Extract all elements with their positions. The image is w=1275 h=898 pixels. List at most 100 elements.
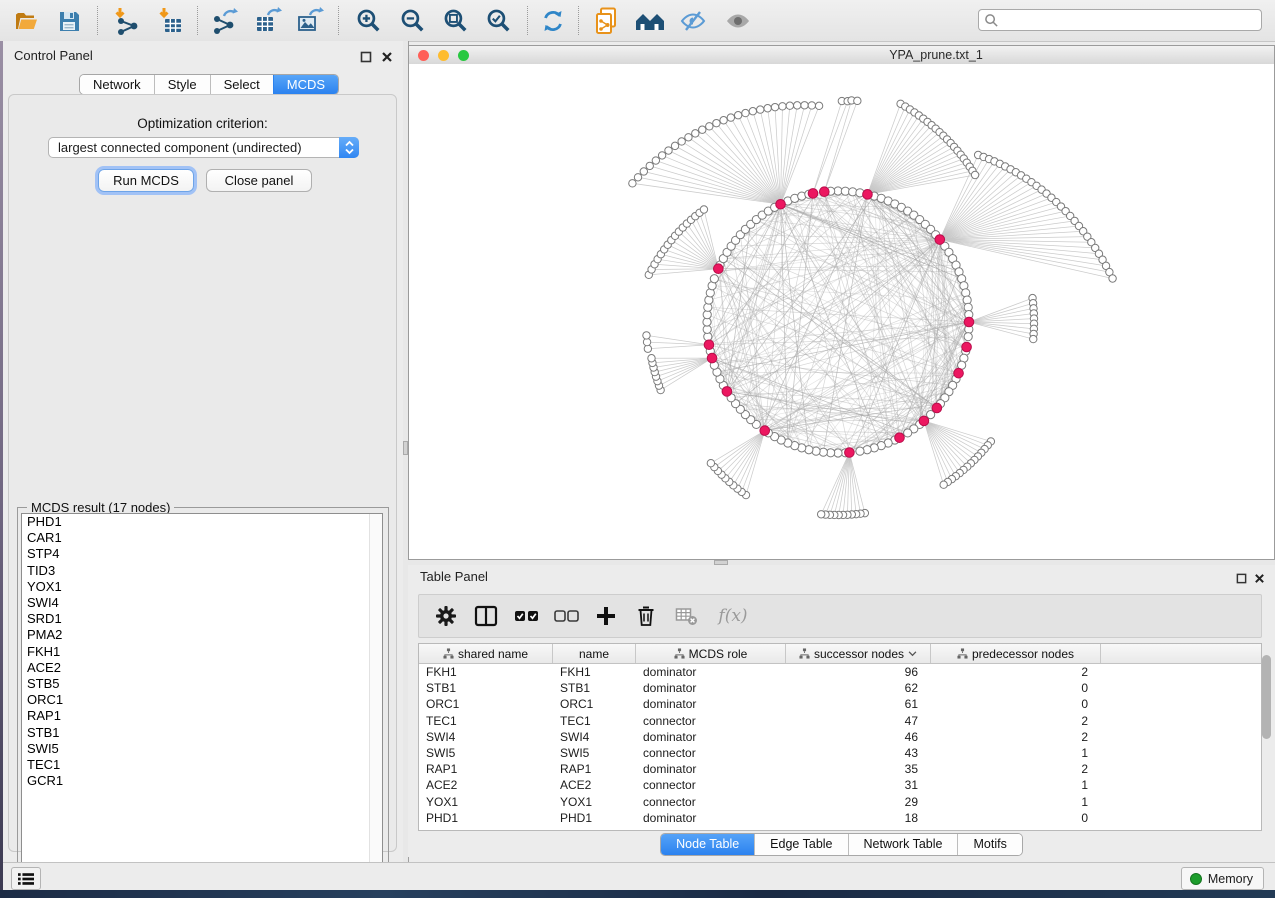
select-all-icon[interactable] <box>513 603 539 629</box>
zoom-selected-icon[interactable] <box>482 5 514 36</box>
network-dominator-node[interactable] <box>760 426 770 436</box>
import-network-icon[interactable] <box>110 5 142 36</box>
tab-network-table[interactable]: Network Table <box>848 834 958 855</box>
table-scrollbar[interactable] <box>1262 653 1272 819</box>
export-table-icon[interactable] <box>252 5 284 36</box>
settings-gear-icon[interactable] <box>433 603 459 629</box>
network-dominator-node[interactable] <box>845 448 855 458</box>
export-image-icon[interactable] <box>294 5 326 36</box>
network-dominator-node[interactable] <box>820 187 830 197</box>
network-leaf-node[interactable] <box>742 109 749 116</box>
export-network-icon[interactable] <box>209 5 241 36</box>
tab-motifs[interactable]: Motifs <box>957 834 1021 855</box>
network-leaf-node[interactable] <box>720 117 727 124</box>
float-panel-icon[interactable] <box>360 50 372 62</box>
task-history-button[interactable] <box>11 867 41 890</box>
network-dominator-node[interactable] <box>704 340 714 350</box>
delete-column-icon[interactable] <box>633 603 659 629</box>
mcds-node-item[interactable]: PHD1 <box>22 514 382 530</box>
table-row[interactable]: FKH1FKH1dominator962 <box>419 664 1261 680</box>
table-row[interactable]: YOX1YOX1connector291 <box>419 794 1261 810</box>
network-leaf-node[interactable] <box>643 332 650 339</box>
column-header-predecessor-nodes[interactable]: predecessor nodes <box>931 644 1101 663</box>
delete-table-icon[interactable] <box>673 603 699 629</box>
network-leaf-node[interactable] <box>634 174 641 181</box>
network-from-file-icon[interactable] <box>591 5 623 36</box>
deselect-all-icon[interactable] <box>553 603 579 629</box>
network-leaf-node[interactable] <box>808 102 815 109</box>
network-node[interactable] <box>856 447 864 455</box>
network-leaf-node[interactable] <box>971 171 978 178</box>
mcds-node-item[interactable]: SRD1 <box>22 611 382 627</box>
network-graph-canvas[interactable] <box>409 64 1274 559</box>
mcds-node-item[interactable]: TID3 <box>22 563 382 579</box>
network-dominator-node[interactable] <box>714 264 724 274</box>
mcds-result-list[interactable]: PHD1CAR1STP4TID3YOX1SWI4SRD1PMA2FKH1ACE2… <box>21 513 383 874</box>
tab-network[interactable]: Network <box>80 75 154 94</box>
refresh-layout-icon[interactable] <box>537 5 569 36</box>
mcds-node-item[interactable]: SWI4 <box>22 595 382 611</box>
network-leaf-node[interactable] <box>727 114 734 121</box>
network-leaf-node[interactable] <box>771 103 778 110</box>
network-dominator-node[interactable] <box>863 190 873 200</box>
network-node[interactable] <box>904 429 912 437</box>
table-row[interactable]: RAP1RAP1dominator352 <box>419 761 1261 777</box>
network-leaf-node[interactable] <box>707 459 714 466</box>
network-leaf-node[interactable] <box>940 481 947 488</box>
network-leaf-node[interactable] <box>652 157 659 164</box>
network-leaf-node[interactable] <box>786 102 793 109</box>
tab-style[interactable]: Style <box>154 75 210 94</box>
toggle-column-pane-icon[interactable] <box>473 603 499 629</box>
network-dominator-node[interactable] <box>722 387 732 397</box>
window-close-light[interactable] <box>418 50 429 61</box>
network-leaf-node[interactable] <box>815 102 822 109</box>
window-minimize-light[interactable] <box>438 50 449 61</box>
column-header-MCDS-role[interactable]: MCDS role <box>636 644 786 663</box>
function-builder-icon[interactable]: f(x) <box>713 603 753 629</box>
network-leaf-node[interactable] <box>764 105 771 112</box>
network-dominator-node[interactable] <box>895 433 905 443</box>
tab-select[interactable]: Select <box>210 75 273 94</box>
scrollbar-thumb[interactable] <box>1262 655 1271 739</box>
memory-button[interactable]: Memory <box>1181 867 1264 890</box>
zoom-fit-icon[interactable] <box>439 5 471 36</box>
network-leaf-node[interactable] <box>801 102 808 109</box>
network-dominator-node[interactable] <box>935 235 945 245</box>
mcds-node-item[interactable]: YOX1 <box>22 579 382 595</box>
tab-node-table[interactable]: Node Table <box>661 834 754 855</box>
network-dominator-node[interactable] <box>932 403 942 413</box>
network-leaf-node[interactable] <box>646 162 653 169</box>
column-header-name[interactable]: name <box>553 644 636 663</box>
network-dominator-node[interactable] <box>707 353 717 363</box>
mcds-node-item[interactable]: GCR1 <box>22 773 382 789</box>
optimization-criterion-select[interactable]: largest connected component (undirected) <box>48 137 359 158</box>
zoom-out-icon[interactable] <box>396 5 428 36</box>
window-zoom-light[interactable] <box>458 50 469 61</box>
close-panel-icon[interactable] <box>381 50 393 62</box>
network-dominator-node[interactable] <box>962 342 972 352</box>
network-leaf-node[interactable] <box>640 168 647 175</box>
tab-mcds[interactable]: MCDS <box>273 75 338 94</box>
network-leaf-node[interactable] <box>749 108 756 115</box>
column-header-successor-nodes[interactable]: successor nodes <box>786 644 931 663</box>
network-leaf-node[interactable] <box>1030 335 1037 342</box>
add-column-icon[interactable] <box>593 603 619 629</box>
mcds-node-item[interactable]: FKH1 <box>22 644 382 660</box>
home-icon[interactable] <box>634 5 666 36</box>
mcds-node-item[interactable]: ORC1 <box>22 692 382 708</box>
network-dominator-node[interactable] <box>808 189 818 199</box>
mcds-list-scrollbar[interactable] <box>369 514 382 873</box>
network-leaf-node[interactable] <box>665 147 672 154</box>
network-leaf-node[interactable] <box>700 206 707 213</box>
mcds-node-item[interactable]: STB5 <box>22 676 382 692</box>
mcds-node-item[interactable]: CAR1 <box>22 530 382 546</box>
float-panel-icon[interactable] <box>1236 571 1248 583</box>
network-leaf-node[interactable] <box>658 152 665 159</box>
network-dominator-node[interactable] <box>954 368 964 378</box>
show-details-eye-icon[interactable] <box>722 5 754 36</box>
node-table[interactable]: shared namenameMCDS rolesuccessor nodesp… <box>418 643 1262 831</box>
network-leaf-node[interactable] <box>1109 275 1116 282</box>
save-session-icon[interactable] <box>53 5 85 36</box>
table-row[interactable]: SWI4SWI4dominator462 <box>419 729 1261 745</box>
table-row[interactable]: ACE2ACE2connector311 <box>419 777 1261 793</box>
